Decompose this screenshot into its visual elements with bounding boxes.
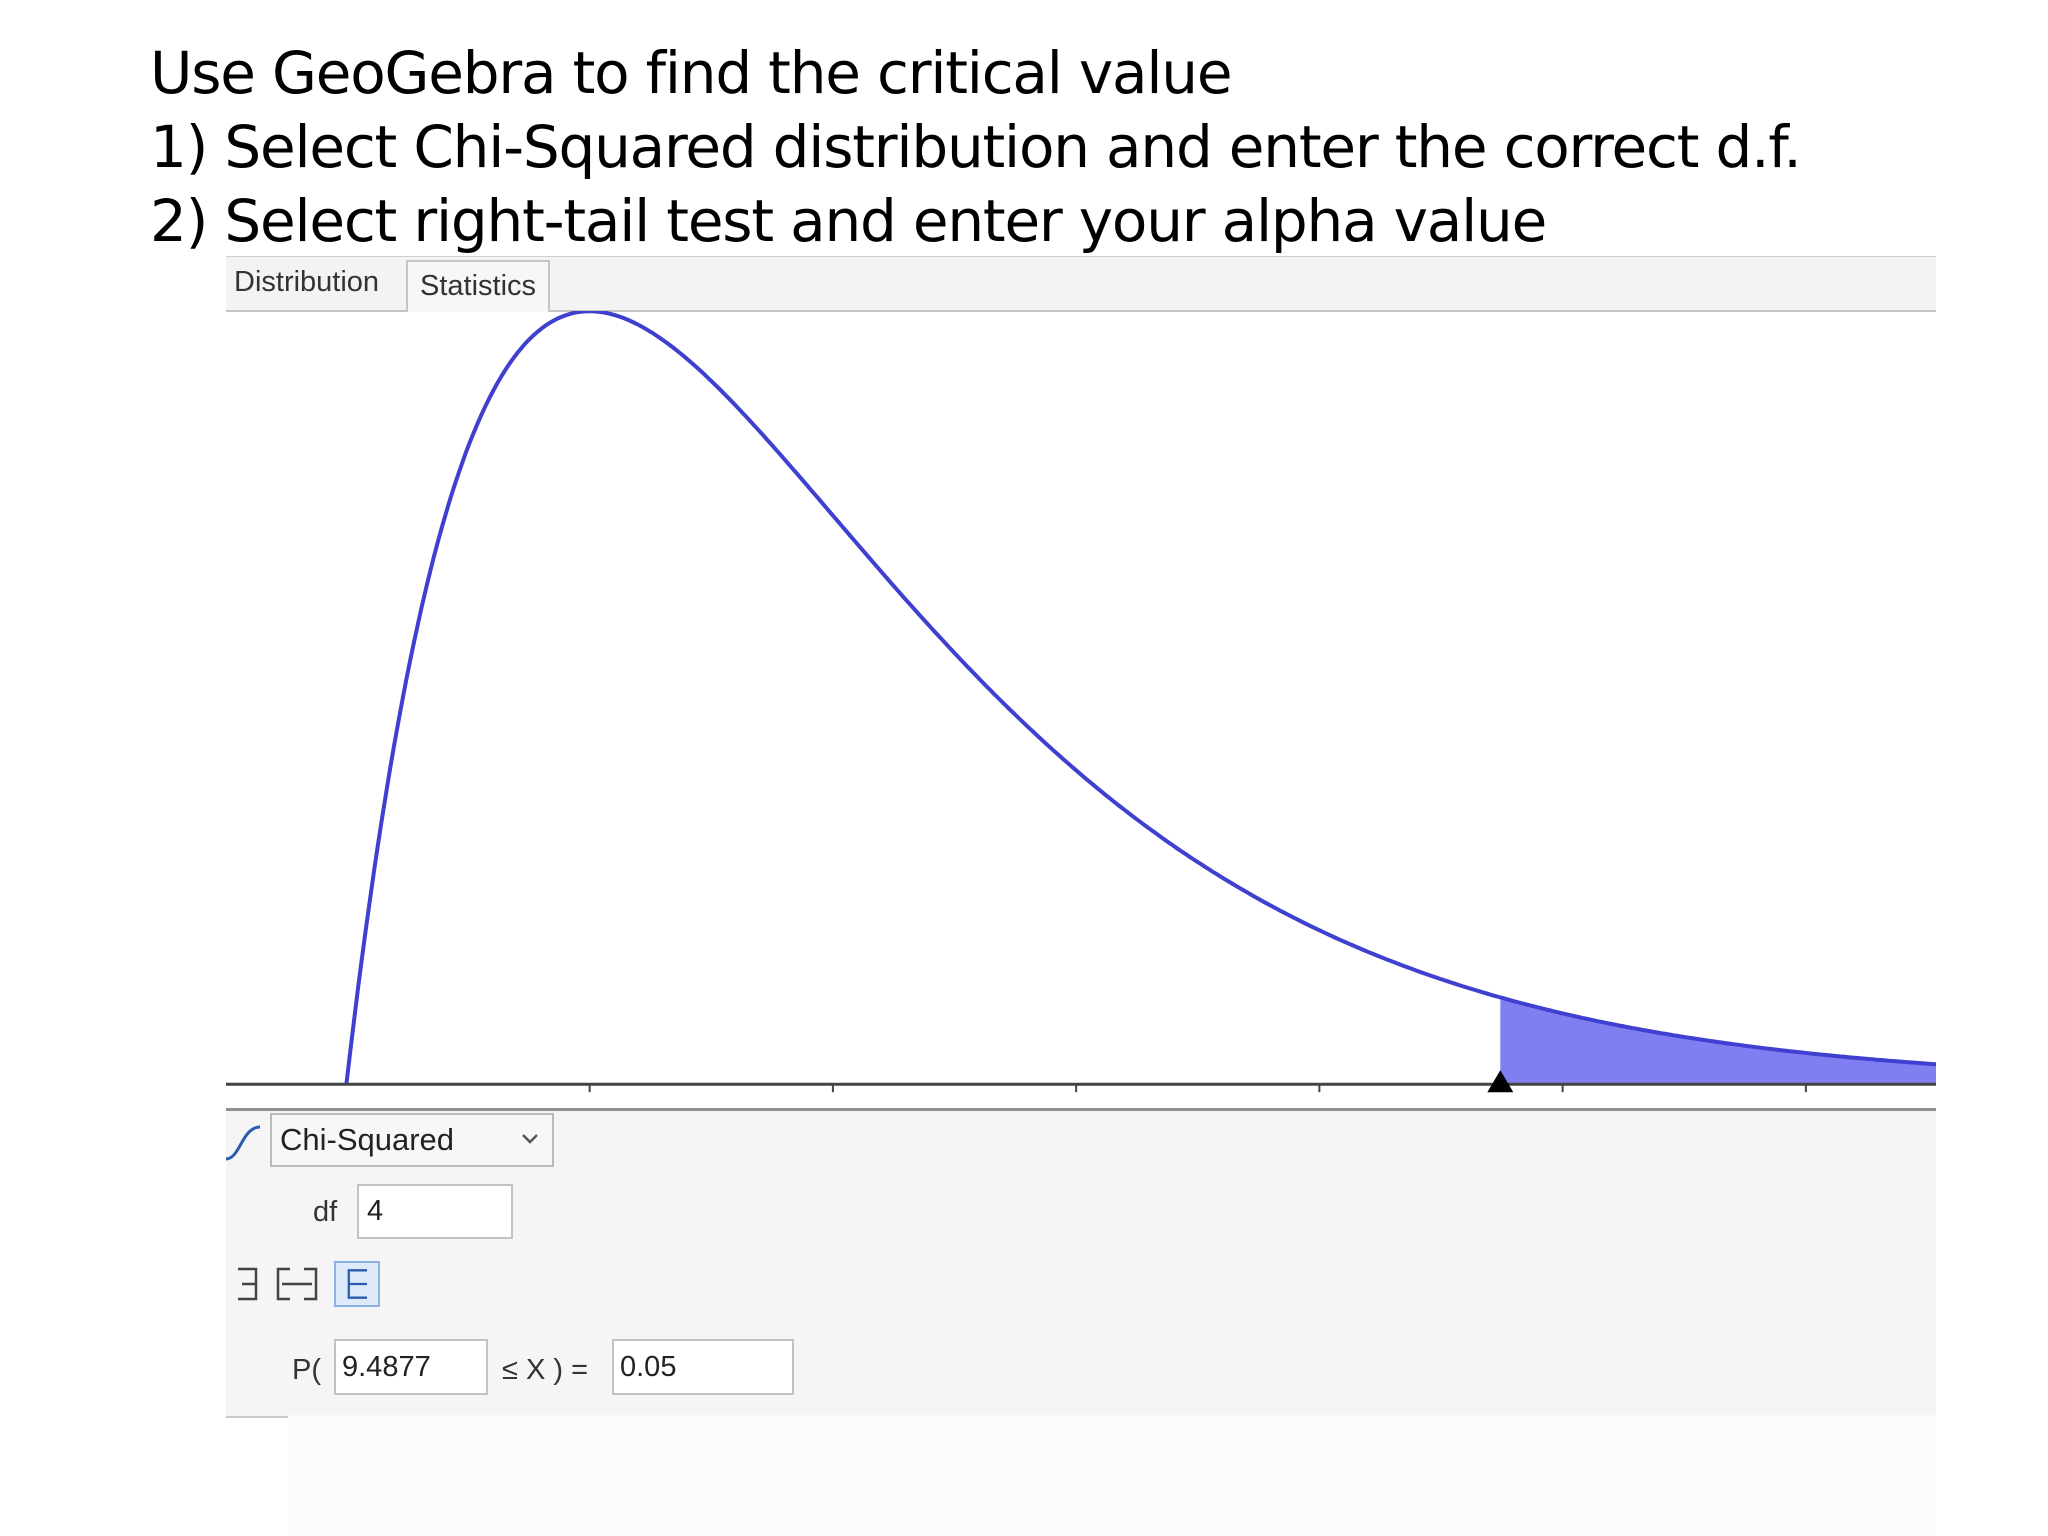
x-tick-label: 8	[1312, 1097, 1328, 1101]
chart-svg: 246810121	[226, 311, 1936, 1101]
title-line-1: Use GeoGebra to find the critical value	[150, 39, 1233, 107]
probability-input[interactable]: 0.05	[612, 1339, 794, 1395]
distribution-select-value: Chi-Squared	[280, 1122, 455, 1157]
title-line-2: 1) Select Chi-Squared distribution and e…	[150, 113, 1802, 181]
x-tick-label: 4	[825, 1097, 841, 1101]
tab-distribution[interactable]: Distribution	[226, 260, 387, 304]
cumulative-curve-icon[interactable]	[220, 1119, 268, 1167]
df-label: df	[313, 1196, 338, 1228]
df-input[interactable]: 4	[357, 1184, 513, 1239]
tab-statistics[interactable]: Statistics	[406, 260, 551, 312]
x-tick-label: 2	[582, 1097, 598, 1101]
left-tail-icon[interactable]	[232, 1261, 266, 1307]
le-x-label: ≤ X ) =	[502, 1354, 589, 1386]
tab-bar: Distribution Statistics	[226, 256, 1936, 312]
slide-title: Use GeoGebra to find the critical value …	[150, 36, 1802, 258]
chevron-down-icon	[522, 1134, 538, 1144]
interval-icon[interactable]	[272, 1261, 322, 1307]
x-tick-label: 10	[1547, 1097, 1578, 1101]
app-lower-area	[288, 1415, 1936, 1536]
x-tick-label: 6	[1068, 1097, 1084, 1101]
distribution-select[interactable]: Chi-Squared	[270, 1113, 554, 1167]
right-tail-icon[interactable]	[334, 1261, 380, 1307]
controls-panel: Chi-Squared df 4 P( 9.4877 ≤ X ) = 0.05	[225, 1108, 1936, 1418]
p-label: P(	[292, 1354, 321, 1386]
density-curve	[344, 311, 1936, 1084]
title-line-3: 2) Select right-tail test and enter your…	[150, 187, 1547, 255]
probability-calculator: Distribution Statistics 246810121 μ = Ch…	[225, 256, 1936, 1536]
x-tick-label: 12	[1790, 1097, 1821, 1101]
lower-bound-input[interactable]: 9.4877	[334, 1339, 488, 1395]
